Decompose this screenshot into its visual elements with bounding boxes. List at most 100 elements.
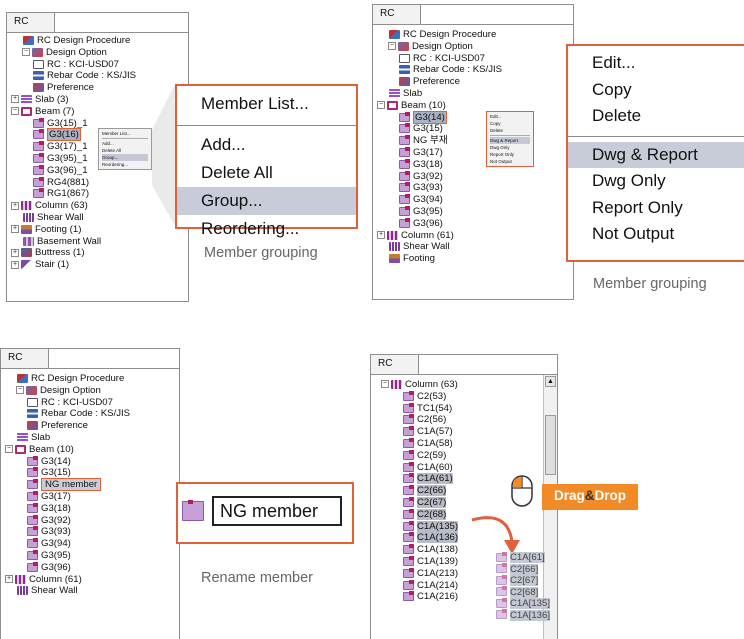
tree-node[interactable]: C1A(58)	[381, 437, 539, 450]
tree-node-icon	[403, 520, 414, 531]
collapse-icon[interactable]: −	[377, 101, 385, 110]
menu-item[interactable]: Edit...	[490, 113, 530, 120]
menu-item[interactable]: Reordering...	[177, 215, 356, 243]
tree-node-label: G3(14)	[41, 455, 71, 467]
tree-node-label: G3(94)	[413, 194, 443, 206]
tree-node[interactable]: G3(93)	[377, 182, 569, 194]
tree-node-label: C2(68)	[417, 508, 447, 520]
tree-node-label: Footing	[403, 253, 435, 265]
tree-view[interactable]: RC Design Procedure − Design Option RC : KC…	[377, 29, 569, 299]
tree-node[interactable]: − Design Option	[5, 385, 175, 397]
tree-node[interactable]: Preference	[377, 76, 569, 88]
tab-rc[interactable]: RC	[373, 5, 421, 25]
menu-item[interactable]: Report Only	[490, 151, 530, 158]
menu-item[interactable]: Dwg & Report	[568, 141, 744, 168]
tree-node-icon	[403, 555, 414, 566]
expand-icon[interactable]: +	[5, 575, 13, 584]
tree-node[interactable]: G3(95)	[5, 549, 175, 562]
collapse-icon[interactable]: −	[388, 42, 396, 51]
tree-node[interactable]: G3(94)	[5, 538, 175, 550]
tree-node[interactable]: G3(92)	[377, 170, 569, 183]
scroll-up-arrow-icon[interactable]: ▲	[545, 376, 556, 387]
caption-member-grouping: Member grouping	[593, 276, 707, 292]
tree-node[interactable]: G3(14)	[5, 455, 175, 468]
tree-node[interactable]: − Column (63)	[381, 379, 539, 391]
tree-node[interactable]: C2(56)	[381, 414, 539, 426]
tree-node[interactable]: − Design Option	[377, 41, 569, 53]
tree-node[interactable]: Rebar Code : KS/JIS	[377, 64, 569, 76]
tree-node[interactable]: NG member	[5, 478, 175, 492]
menu-item[interactable]: Dwg Only	[490, 144, 530, 151]
rename-input[interactable]: NG member	[212, 496, 342, 526]
collapse-icon[interactable]: −	[381, 380, 389, 389]
tree-node[interactable]: C1A(60)	[381, 461, 539, 474]
tree-node[interactable]: G3(95)	[377, 205, 569, 218]
context-menu-zoom: Member List... Add... Delete All Group... Re…	[175, 84, 358, 238]
tree-node[interactable]: Preference	[5, 420, 175, 432]
caption-rename-member: Rename member	[201, 570, 314, 586]
tree-node[interactable]: − Beam (10)	[377, 100, 569, 112]
collapse-icon[interactable]: −	[16, 386, 24, 395]
tree-node-label: Preference	[413, 76, 460, 88]
menu-item[interactable]: Delete	[490, 127, 530, 134]
tree-node[interactable]: Footing	[377, 253, 569, 265]
tree-node[interactable]: C1A(57)	[381, 426, 539, 438]
tree-node[interactable]: G3(15)	[377, 123, 569, 135]
tree-node[interactable]: G3(94)	[377, 194, 569, 206]
menu-item[interactable]: Dwg Only	[568, 168, 744, 195]
tree-node[interactable]: + Column (61)	[377, 230, 569, 242]
tree-node[interactable]: Shear Wall	[377, 241, 569, 253]
collapse-icon[interactable]: −	[5, 445, 13, 454]
menu-item[interactable]: Copy	[490, 120, 530, 127]
menu-item[interactable]: Not Output	[490, 158, 530, 165]
menu-item[interactable]: Group...	[177, 187, 356, 215]
tree-node[interactable]: Slab	[5, 432, 175, 444]
menu-item[interactable]: Member List...	[177, 90, 356, 118]
tree-node-icon	[399, 146, 410, 157]
tree-node-label: Shear Wall	[31, 585, 78, 597]
tree-node[interactable]: G3(18)	[5, 502, 175, 515]
tree-node[interactable]: G3(18)	[377, 158, 569, 171]
tree-node-icon	[27, 549, 38, 560]
tree-node[interactable]: − Beam (10)	[5, 444, 175, 456]
tree-node[interactable]: TC1(54)	[381, 402, 539, 415]
tree-node[interactable]: Shear Wall	[5, 585, 175, 597]
tree-node[interactable]: + Column (61)	[5, 574, 175, 586]
tree-node[interactable]: NG 부재	[377, 135, 569, 147]
menu-item[interactable]: Add...	[177, 131, 356, 159]
tree-node[interactable]: RC Design Procedure	[5, 373, 175, 385]
tab-rc[interactable]: RC	[371, 355, 419, 375]
context-menu-zoom: Edit... Copy Delete Dwg & Report Dwg Only Rep…	[566, 44, 744, 262]
menu-item[interactable]: Delete All	[177, 159, 356, 187]
tree-node[interactable]: G3(17)	[377, 146, 569, 159]
tree-node[interactable]: RC Design Procedure	[377, 29, 569, 41]
menu-item[interactable]: Not Output	[568, 221, 744, 248]
tree-node[interactable]: RC : KCI-USD07	[5, 397, 175, 409]
tree-view[interactable]: RC Design Procedure − Design Option RC : KC…	[5, 373, 175, 639]
menu-item[interactable]: Report Only	[568, 195, 744, 222]
menu-item[interactable]: Edit...	[568, 50, 744, 77]
tree-node[interactable]: C2(59)	[381, 449, 539, 462]
tree-node[interactable]: G3(96)	[5, 561, 175, 574]
menu-item[interactable]: Copy	[568, 77, 744, 104]
tree-node[interactable]: RC : KCI-USD07	[377, 53, 569, 65]
expand-icon[interactable]: +	[377, 231, 385, 240]
tree-node[interactable]: G3(96)	[377, 217, 569, 230]
tree-node[interactable]: G3(92)	[5, 514, 175, 527]
dragged-item-icon	[496, 597, 507, 608]
tree-node-label: G3(95)	[413, 205, 443, 217]
tree-panel-2: RC RC Design Procedure − Design Option RC :…	[372, 4, 574, 300]
tree-node[interactable]: Rebar Code : KS/JIS	[5, 408, 175, 420]
dragged-item-label: C1A[136]	[510, 609, 551, 621]
scroll-thumb[interactable]	[545, 415, 556, 475]
tree-node[interactable]: G3(93)	[5, 526, 175, 538]
menu-item[interactable]: Dwg & Report	[490, 137, 530, 144]
tab-rc[interactable]: RC	[1, 349, 49, 369]
tree-node[interactable]: C2(53)	[381, 390, 539, 403]
menu-item[interactable]: Delete	[568, 103, 744, 130]
dragged-item: C1A[136]	[496, 609, 551, 622]
tree-node[interactable]: G3(17)	[5, 490, 175, 503]
tree-node-icon	[399, 135, 410, 146]
tree-node[interactable]: Slab	[377, 88, 569, 100]
tree-node[interactable]: G3(14)	[377, 110, 569, 124]
